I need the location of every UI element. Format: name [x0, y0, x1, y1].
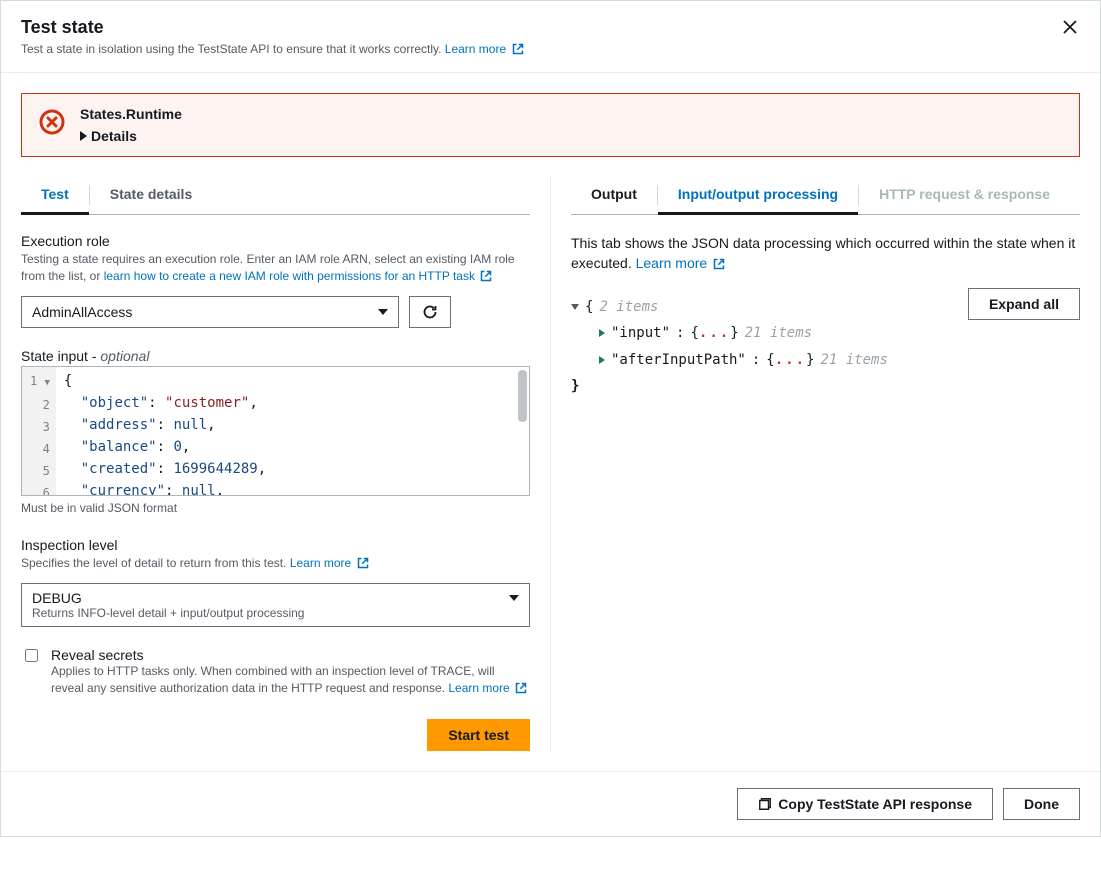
io-learn-more-link[interactable]: Learn more: [636, 255, 725, 271]
test-state-modal: Test state Test a state in isolation usi…: [0, 0, 1101, 837]
close-icon: [1063, 20, 1077, 34]
right-tabs: Output Input/output processing HTTP requ…: [571, 175, 1080, 215]
caret-down-icon: [571, 304, 579, 310]
done-button[interactable]: Done: [1003, 788, 1080, 820]
caret-right-icon: [599, 329, 605, 337]
json-after-input-path-row[interactable]: "afterInputPath" : {...} 21 items: [571, 347, 888, 374]
scrollbar-thumb[interactable]: [518, 370, 527, 422]
tab-http: HTTP request & response: [859, 176, 1070, 215]
external-link-icon: [357, 557, 369, 574]
modal-subtitle: Test a state in isolation using the Test…: [21, 42, 524, 58]
state-input-label: State input - optional: [21, 348, 530, 364]
external-link-icon: [512, 43, 524, 58]
tab-test[interactable]: Test: [21, 176, 89, 215]
state-input-editor[interactable]: 1 ▼23456 { "object": "customer", "addres…: [21, 366, 530, 496]
caret-right-icon: [599, 356, 605, 364]
modal-header: Test state Test a state in isolation usi…: [1, 1, 1100, 73]
close-button[interactable]: [1060, 17, 1080, 37]
editor-code: { "object": "customer", "address": null,…: [56, 367, 529, 495]
modal-footer: Copy TestState API response Done: [1, 771, 1100, 836]
error-alert: States.Runtime Details: [21, 93, 1080, 157]
reveal-secrets-checkbox[interactable]: [25, 649, 38, 662]
inspection-level-select[interactable]: DEBUG Returns INFO-level detail + input/…: [21, 583, 530, 627]
chevron-down-icon: [509, 595, 519, 601]
chevron-down-icon: [378, 309, 388, 315]
copy-icon: [758, 797, 772, 811]
inspection-level-help: Specifies the level of detail to return …: [21, 555, 530, 574]
inspection-learn-more-link[interactable]: Learn more: [290, 556, 369, 570]
copy-response-button[interactable]: Copy TestState API response: [737, 788, 993, 820]
header-learn-more-link[interactable]: Learn more: [445, 42, 524, 56]
execution-role-label: Execution role: [21, 233, 530, 249]
state-input-hint: Must be in valid JSON format: [21, 500, 530, 517]
refresh-button[interactable]: [409, 296, 451, 328]
external-link-icon: [515, 682, 527, 699]
json-root[interactable]: { 2 items: [571, 294, 888, 321]
reveal-learn-more-link[interactable]: Learn more: [448, 681, 527, 695]
json-viewer: { 2 items "input" : {...} 21 items: [571, 294, 888, 400]
execution-role-help: Testing a state requires an execution ro…: [21, 251, 530, 288]
tab-io-processing[interactable]: Input/output processing: [658, 176, 858, 215]
iam-role-link[interactable]: learn how to create a new IAM role with …: [104, 269, 493, 283]
external-link-icon: [713, 255, 725, 275]
tab-output[interactable]: Output: [571, 176, 657, 215]
refresh-icon: [422, 304, 438, 320]
inspection-level-label: Inspection level: [21, 537, 530, 553]
caret-right-icon: [80, 131, 87, 141]
io-tab-description: This tab shows the JSON data processing …: [571, 233, 1080, 276]
error-icon: [38, 108, 66, 139]
alert-title: States.Runtime: [80, 106, 182, 122]
alert-details-toggle[interactable]: Details: [80, 128, 182, 144]
start-test-button[interactable]: Start test: [427, 719, 530, 751]
tab-state-details[interactable]: State details: [90, 176, 212, 215]
left-tabs: Test State details: [21, 175, 530, 215]
execution-role-select[interactable]: AdminAllAccess: [21, 296, 399, 328]
external-link-icon: [480, 270, 492, 287]
json-input-row[interactable]: "input" : {...} 21 items: [571, 320, 888, 347]
modal-title: Test state: [21, 17, 524, 38]
editor-gutter: 1 ▼23456: [22, 367, 56, 495]
expand-all-button[interactable]: Expand all: [968, 288, 1080, 320]
reveal-secrets-help: Applies to HTTP tasks only. When combine…: [51, 663, 530, 700]
reveal-secrets-label: Reveal secrets: [51, 647, 530, 663]
